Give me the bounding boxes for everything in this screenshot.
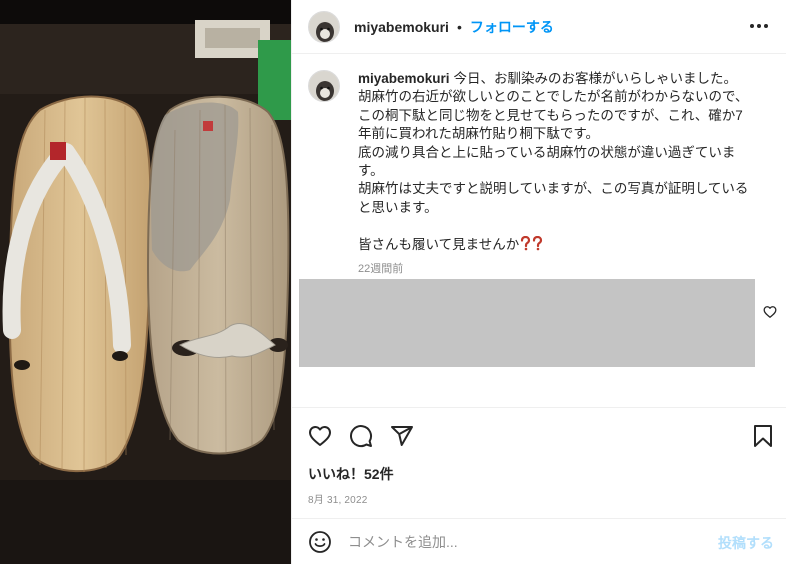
bookmark-icon[interactable] bbox=[751, 424, 775, 448]
post-header: miyabemokuri • フォローする bbox=[292, 0, 786, 54]
redacted-comment-placeholder bbox=[299, 279, 755, 367]
post-actions: いいね！52件 8月 31, 2022 bbox=[292, 407, 786, 517]
comment-input[interactable] bbox=[348, 533, 698, 550]
smiley-icon[interactable] bbox=[308, 530, 332, 554]
caption-line: 皆さんも履いて見ませんか❓❓ bbox=[358, 235, 750, 254]
more-horizontal-icon bbox=[750, 24, 768, 28]
caption: miyabemokuri 今日、お馴染みのお客様がいらしゃいました。 胡麻竹の右近… bbox=[308, 70, 768, 278]
action-icons bbox=[308, 424, 431, 448]
add-comment-bar: 投稿する bbox=[292, 518, 786, 564]
heart-icon[interactable] bbox=[308, 424, 332, 448]
post-username[interactable]: miyabemokuri bbox=[354, 19, 449, 35]
caption-line: 胡麻竹は丈夫ですと説明していますが、この写真が証明していると思います。 bbox=[358, 181, 749, 215]
comment-like-heart-icon[interactable] bbox=[763, 305, 777, 319]
comment-bubble-icon[interactable] bbox=[349, 424, 373, 448]
question-mark-icon bbox=[521, 235, 531, 250]
separator-dot: • bbox=[456, 18, 462, 35]
post-photo bbox=[0, 0, 291, 564]
paper-plane-icon[interactable] bbox=[390, 424, 414, 448]
like-count[interactable]: いいね！52件 bbox=[308, 464, 394, 484]
post-detail-panel: miyabemokuri • フォローする miyabemokuri 今日、お馴… bbox=[291, 0, 786, 564]
comments-section: miyabemokuri 今日、お馴染みのお客様がいらしゃいました。 胡麻竹の右近… bbox=[292, 55, 786, 407]
avatar[interactable] bbox=[308, 10, 340, 43]
avatar-dog-icon bbox=[309, 11, 339, 42]
post-comment-button[interactable]: 投稿する bbox=[718, 533, 774, 553]
caption-line: miyabemokuri 今日、お馴染みのお客様がいらしゃいました。 bbox=[358, 71, 738, 86]
caption-line: 底の減り具合と上に貼っている胡麻竹の状態が違い過ぎています。 bbox=[358, 144, 736, 179]
caption-line: 胡麻竹の右近が欲しいとのことでしたが名前がわからないので、この桐下駄と同じ物をと… bbox=[358, 89, 749, 142]
caption-username[interactable]: miyabemokuri bbox=[358, 71, 450, 86]
question-mark-icon bbox=[533, 235, 543, 250]
avatar-dog-icon bbox=[309, 71, 339, 101]
caption-text: miyabemokuri 今日、お馴染みのお客様がいらしゃいました。 胡麻竹の右近… bbox=[358, 70, 750, 278]
more-options-button[interactable] bbox=[747, 14, 771, 38]
caption-timestamp[interactable]: 22週間前 bbox=[358, 260, 750, 278]
caption-avatar[interactable] bbox=[308, 70, 340, 102]
follow-button[interactable]: フォローする bbox=[470, 17, 554, 37]
post-date[interactable]: 8月 31, 2022 bbox=[308, 491, 367, 506]
geta-sandals-photo bbox=[0, 0, 291, 564]
